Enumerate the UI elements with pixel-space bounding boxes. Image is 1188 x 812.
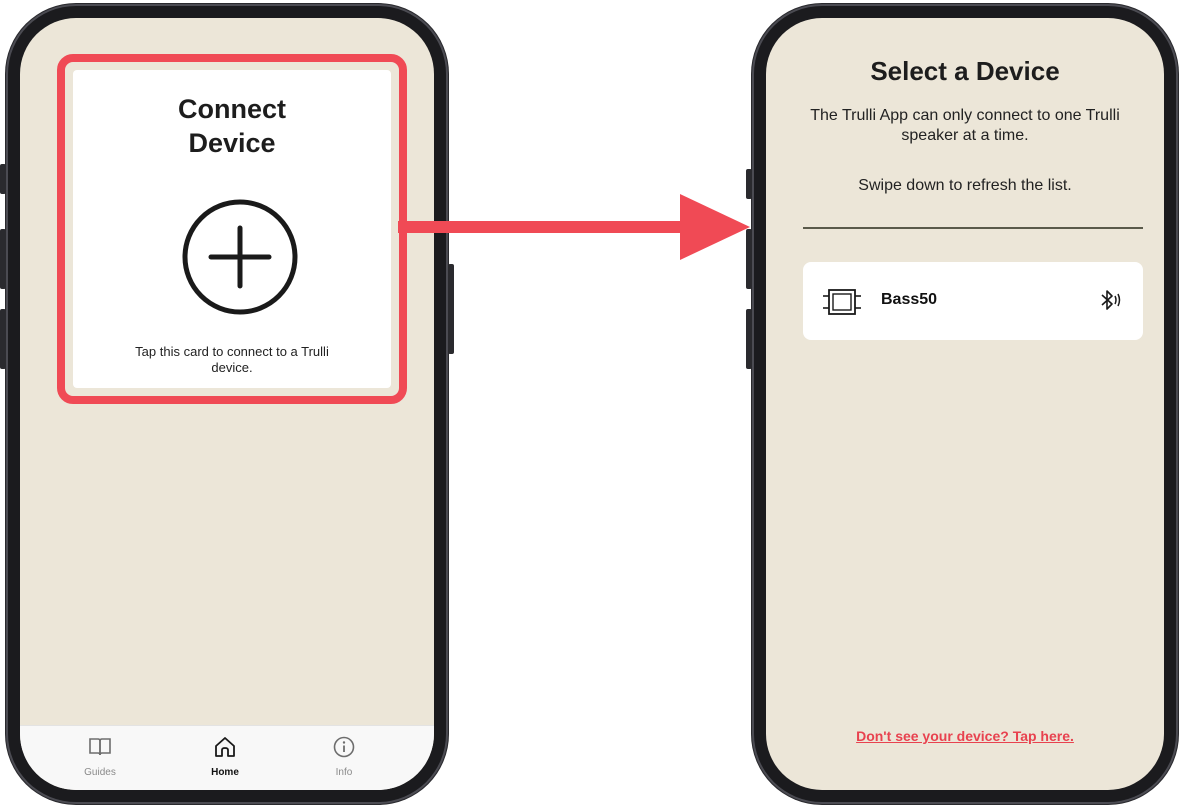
phone-frame-left: Connect Device Tap this card to connect …	[0, 4, 454, 804]
page-title: Select a Device	[870, 56, 1060, 86]
book-icon	[89, 738, 111, 756]
card-title: Connect Device	[178, 94, 286, 158]
card-hint: Tap this card to connect to a Trulli dev…	[135, 344, 329, 375]
tab-guides[interactable]: Guides	[60, 736, 140, 778]
power-button	[448, 264, 454, 354]
home-icon	[215, 737, 235, 757]
flow-arrow	[398, 194, 750, 260]
device-list-item[interactable]: Bass50	[803, 262, 1143, 340]
tab-home[interactable]: Home	[185, 736, 265, 778]
tab-info[interactable]: Info	[304, 736, 384, 778]
volume-up-button	[0, 229, 6, 289]
home-screen: Connect Device Tap this card to connect …	[20, 18, 434, 790]
bluetooth-icon	[1101, 290, 1121, 310]
mute-switch	[0, 164, 6, 194]
tab-info-label: Info	[335, 767, 353, 778]
volume-down-button	[746, 309, 752, 369]
add-circle-icon	[181, 198, 299, 316]
volume-up-button	[746, 229, 752, 289]
tab-guides-label: Guides	[84, 767, 116, 778]
phone-frame-right: Select a Device The Trulli App can only …	[746, 4, 1178, 804]
missing-device-link[interactable]: Don't see your device? Tap here.	[766, 728, 1164, 744]
mute-switch	[746, 169, 752, 199]
select-device-screen: Select a Device The Trulli App can only …	[766, 18, 1164, 790]
device-name: Bass50	[881, 291, 938, 308]
volume-down-button	[0, 309, 6, 369]
info-icon	[333, 736, 355, 758]
page-description: The Trulli App can only connect to one T…	[810, 107, 1120, 144]
divider	[803, 227, 1143, 229]
speaker-icon	[823, 289, 861, 315]
connect-device-card[interactable]: Connect Device Tap this card to connect …	[73, 70, 391, 388]
card-highlight: Connect Device Tap this card to connect …	[57, 54, 407, 404]
tab-bar: Guides Home Info	[20, 725, 434, 790]
tab-home-label: Home	[211, 767, 239, 778]
refresh-hint: Swipe down to refresh the list.	[858, 177, 1072, 194]
